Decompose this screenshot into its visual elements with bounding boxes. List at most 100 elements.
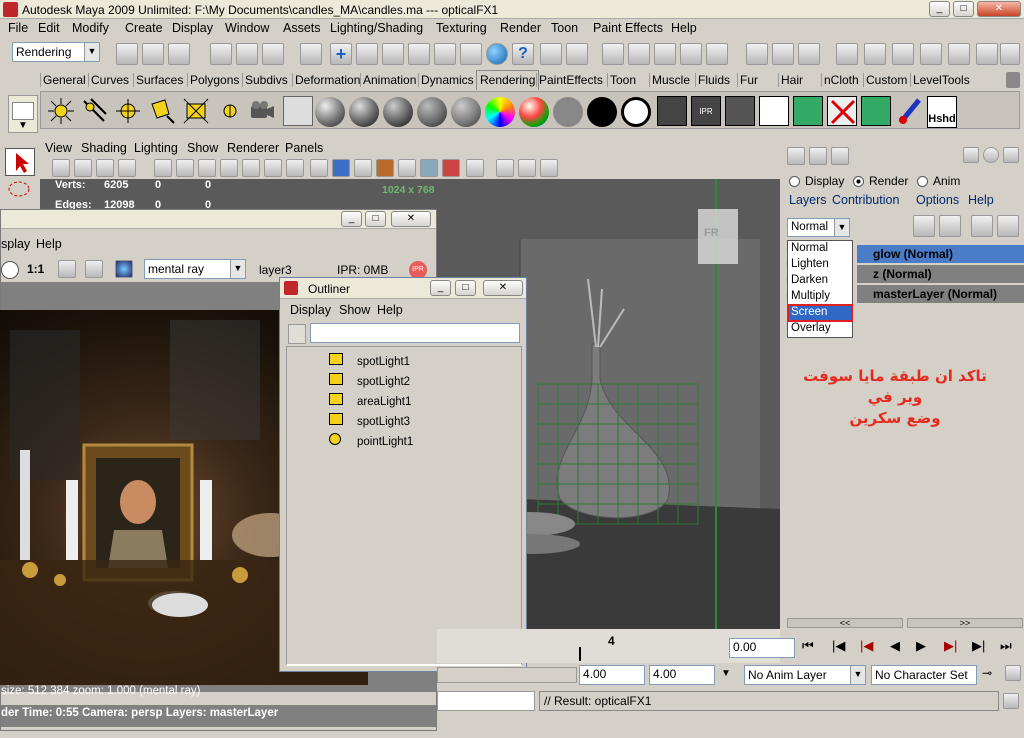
step-back-key-icon[interactable]: |◀ bbox=[832, 638, 845, 654]
safe-title-icon[interactable] bbox=[286, 159, 304, 177]
layer-toggle-icon[interactable] bbox=[831, 147, 849, 165]
shading-map-icon[interactable] bbox=[621, 97, 651, 127]
play-forwards-icon[interactable]: ▶ bbox=[916, 638, 926, 654]
wireframe-cube-icon[interactable] bbox=[496, 159, 514, 177]
selection-mask-icon[interactable] bbox=[300, 43, 322, 65]
blend-option-screen[interactable]: Screen bbox=[787, 304, 853, 322]
menu-modify[interactable]: Modify bbox=[72, 21, 109, 35]
construction-history-icon[interactable] bbox=[460, 43, 482, 65]
node-link-icon[interactable] bbox=[540, 159, 558, 177]
command-input[interactable] bbox=[437, 691, 535, 711]
vp-menu-panels[interactable]: Panels bbox=[285, 141, 323, 155]
input-ops-icon[interactable] bbox=[566, 43, 588, 65]
chevron-down-icon[interactable]: ▼ bbox=[721, 668, 731, 679]
menu-render[interactable]: Render bbox=[500, 21, 541, 35]
tab-leveltools[interactable]: LevelTools bbox=[910, 73, 972, 87]
blinn-material-icon[interactable] bbox=[315, 97, 345, 127]
tab-painteffects[interactable]: PaintEffects bbox=[536, 73, 605, 87]
magnet-live-icon[interactable] bbox=[706, 43, 728, 65]
area-light-icon[interactable] bbox=[181, 96, 211, 126]
remove-image-icon[interactable] bbox=[85, 260, 103, 278]
scroll-right-button[interactable]: >> bbox=[907, 618, 1023, 628]
surface-shader-icon[interactable] bbox=[553, 97, 583, 127]
camera-attr-icon[interactable] bbox=[52, 159, 70, 177]
outliner-minimize-button[interactable]: _ bbox=[430, 280, 451, 296]
blend-mode-dropdown[interactable]: Normal ▼ bbox=[787, 218, 850, 237]
tab-subdivs[interactable]: Subdivs bbox=[242, 73, 290, 87]
show-batch-icon[interactable] bbox=[861, 96, 891, 126]
attribute-editor-icon[interactable] bbox=[920, 43, 942, 65]
layer-row-z[interactable]: z (Normal) bbox=[857, 265, 1024, 283]
ipr-render-icon[interactable] bbox=[798, 43, 820, 65]
radio-render[interactable]: Render bbox=[853, 174, 908, 188]
film-gate-icon[interactable] bbox=[176, 159, 194, 177]
menu-paint-effects[interactable]: Paint Effects bbox=[593, 21, 663, 35]
camera-bookmark-icon[interactable] bbox=[74, 159, 92, 177]
tab-fur[interactable]: Fur bbox=[737, 73, 760, 87]
tab-toon[interactable]: Toon bbox=[607, 73, 638, 87]
select-component-icon[interactable] bbox=[262, 43, 284, 65]
blend-option-lighten[interactable]: Lighten bbox=[788, 257, 852, 273]
batch-render-icon[interactable] bbox=[759, 96, 789, 126]
tab-surfaces[interactable]: Surfaces bbox=[133, 73, 185, 87]
go-to-start-icon[interactable]: ⏮ bbox=[802, 638, 814, 654]
radio-display[interactable]: Display bbox=[789, 174, 844, 188]
textured-icon[interactable] bbox=[376, 159, 394, 177]
range-end-field[interactable]: 4.00 bbox=[649, 665, 715, 685]
menu-display[interactable]: Display bbox=[172, 21, 213, 35]
grid-icon[interactable] bbox=[154, 159, 172, 177]
render-view-maximize-button[interactable]: □ bbox=[365, 211, 386, 227]
tab-custom[interactable]: Custom bbox=[863, 73, 909, 87]
select-tool-icon[interactable] bbox=[5, 148, 35, 176]
wireframe-on-shaded-icon[interactable] bbox=[354, 159, 372, 177]
layered-shader-icon[interactable] bbox=[485, 97, 515, 127]
blend-option-overlay[interactable]: Overlay bbox=[788, 321, 852, 337]
volume-light-icon[interactable] bbox=[215, 96, 245, 126]
close-button[interactable]: ✕ bbox=[977, 1, 1021, 17]
outliner-item-arealight1[interactable]: areaLight1 bbox=[329, 393, 411, 408]
tab-fluids[interactable]: Fluids bbox=[695, 73, 732, 87]
blend-option-darken[interactable]: Darken bbox=[788, 273, 852, 289]
tab-animation[interactable]: Animation bbox=[360, 73, 418, 87]
menu-lighting-shading[interactable]: Lighting/Shading bbox=[330, 21, 423, 35]
render-globals-icon[interactable] bbox=[892, 43, 914, 65]
key-icon[interactable]: ⊸ bbox=[982, 666, 992, 680]
menuset-dropdown[interactable]: Rendering ▼ bbox=[12, 42, 100, 62]
go-to-end-icon[interactable]: ⏭ bbox=[1000, 638, 1012, 654]
ipr-clapper-icon[interactable]: IPR bbox=[691, 96, 721, 126]
vp-menu-shading[interactable]: Shading bbox=[81, 141, 127, 155]
ramp-shader-icon[interactable] bbox=[519, 97, 549, 127]
create-layer-from-selected-icon[interactable] bbox=[997, 215, 1019, 237]
2d-pan-icon[interactable] bbox=[118, 159, 136, 177]
hq-render-icon[interactable] bbox=[518, 159, 536, 177]
tab-dynamics[interactable]: Dynamics bbox=[418, 73, 476, 87]
le-menu-layers[interactable]: Layers bbox=[789, 193, 827, 207]
phong-material-icon[interactable] bbox=[349, 97, 379, 127]
phonge-material-icon[interactable] bbox=[383, 97, 413, 127]
range-slider[interactable] bbox=[437, 667, 577, 683]
spot-light-icon[interactable] bbox=[147, 96, 177, 126]
lasso-tool-icon[interactable] bbox=[5, 178, 35, 206]
snap-grid-icon[interactable]: + bbox=[330, 43, 352, 65]
radio-anim[interactable]: Anim bbox=[917, 174, 960, 188]
layer-row-glow[interactable]: glow (Normal) bbox=[857, 245, 1024, 263]
gate-mask-icon[interactable] bbox=[220, 159, 238, 177]
tool-settings-icon[interactable] bbox=[948, 43, 970, 65]
vp-menu-renderer[interactable]: Renderer bbox=[227, 141, 279, 155]
outliner-item-spotlight1[interactable]: spotLight1 bbox=[329, 353, 410, 368]
clapper-icon[interactable] bbox=[836, 43, 858, 65]
point-light-icon[interactable] bbox=[113, 96, 143, 126]
ol-menu-show[interactable]: Show bbox=[339, 303, 370, 317]
rv-menu-display[interactable]: splay bbox=[1, 237, 30, 251]
hypershade-shelf-button[interactable]: Hshd bbox=[927, 96, 957, 128]
renderer-dropdown[interactable]: mental ray ▼ bbox=[144, 259, 246, 279]
magnet-surface-icon[interactable] bbox=[654, 43, 676, 65]
field-chart-icon[interactable] bbox=[242, 159, 260, 177]
render-view-close-button[interactable]: ✕ bbox=[391, 211, 431, 227]
tab-ncloth[interactable]: nCloth bbox=[821, 73, 861, 87]
current-time-field[interactable]: 0.00 bbox=[729, 638, 795, 658]
filter-selection-icon[interactable] bbox=[288, 324, 306, 344]
menu-file[interactable]: File bbox=[8, 21, 28, 35]
open-scene-icon[interactable] bbox=[142, 43, 164, 65]
xray-joints-icon[interactable] bbox=[442, 159, 460, 177]
